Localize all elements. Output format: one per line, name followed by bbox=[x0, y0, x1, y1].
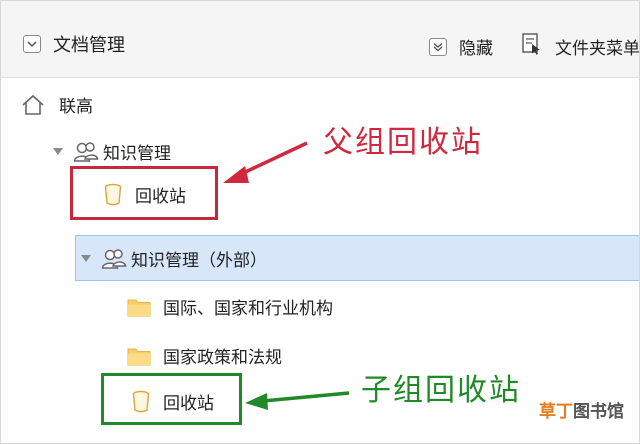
parent-recycle-annotation: 父组回收站 bbox=[323, 126, 483, 159]
child-recycle-annotation: 子组回收站 bbox=[361, 374, 521, 407]
red-arrow bbox=[223, 141, 308, 183]
app-frame: 文档管理 隐藏 文件夹菜单 联高 知识管理 回收站 知识管理（外部） 国际、国家… bbox=[0, 0, 640, 444]
watermark-part2: 图书馆 bbox=[573, 402, 624, 421]
annotation-arrows bbox=[223, 141, 350, 410]
watermark: 草丁图书馆 bbox=[539, 397, 624, 422]
watermark-part1: 草丁 bbox=[539, 402, 573, 421]
green-arrow bbox=[245, 391, 350, 410]
